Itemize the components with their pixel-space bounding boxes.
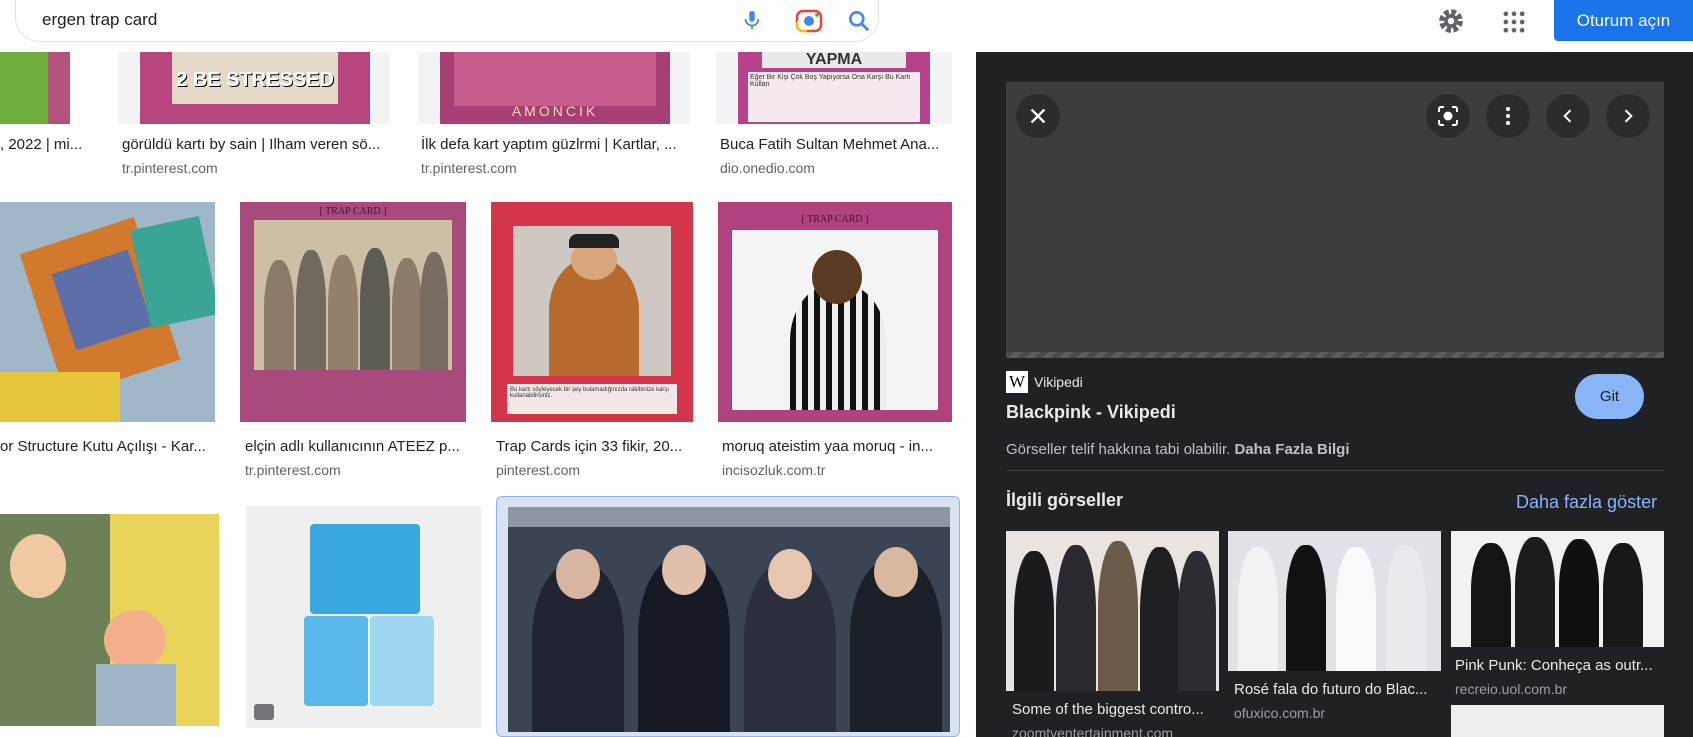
lens-icon[interactable] <box>795 8 823 34</box>
result-title[interactable]: Trap Cards için 33 fikir, 20... <box>496 438 696 455</box>
result-title[interactable]: Buca Fatih Sultan Mehmet Ana... <box>720 136 950 153</box>
result-title[interactable]: İlk defa kart yaptım güzlrmi | Kartlar, … <box>421 136 687 153</box>
related-image[interactable] <box>1228 531 1441 671</box>
wikipedia-logo: W <box>1006 371 1028 393</box>
result-source[interactable]: incisozluk.com.tr <box>722 462 825 478</box>
related-source[interactable]: ofuxico.com.br <box>1234 705 1325 721</box>
result-source[interactable]: dio.onedio.com <box>720 160 815 176</box>
result-image[interactable]: Bu kartı söyleyecek bir şey bulamadığını… <box>491 202 693 422</box>
related-heading: İlgili görseller <box>1006 490 1124 510</box>
source-name[interactable]: Vikipedi <box>1034 374 1083 390</box>
related-source[interactable]: recreio.uol.com.br <box>1455 681 1567 697</box>
result-image[interactable]: [ TRAP CARD ] <box>718 202 952 422</box>
card-text: [ TRAP CARD ] <box>319 206 387 217</box>
related-source[interactable]: zoomtventertainment.com <box>1012 725 1173 737</box>
result-image[interactable] <box>246 506 481 728</box>
divider <box>1006 470 1664 471</box>
search-icon[interactable] <box>846 8 872 34</box>
result-title[interactable]: görüldü kartı by sain | Ilham veren sö..… <box>122 136 388 153</box>
more-vert-icon <box>1506 107 1510 125</box>
go-button[interactable]: Git <box>1575 374 1644 419</box>
chevron-right-icon <box>1624 109 1633 123</box>
search-box[interactable]: ergen trap card <box>15 0 879 42</box>
preview-panel: W Vikipedi Blackpink - Vikipedi Git Görs… <box>976 52 1693 737</box>
related-title[interactable]: Some of the biggest contro... <box>1012 701 1217 718</box>
results-grid: 2 BE STRESSED AMONCIK YAPMA Eğer Bir Kiş… <box>0 52 976 737</box>
related-title[interactable]: Rosé fala do futuro do Blac... <box>1234 681 1439 698</box>
result-image[interactable] <box>0 202 215 422</box>
card-text: Bu kartı söyleyecek bir şey bulamadığını… <box>507 384 677 414</box>
card-text: YAPMA <box>762 52 906 68</box>
related-image[interactable] <box>1006 531 1219 691</box>
result-source[interactable]: pinterest.com <box>496 462 580 478</box>
preview-title[interactable]: Blackpink - Vikipedi <box>1006 402 1176 423</box>
result-source[interactable]: tr.pinterest.com <box>122 160 218 176</box>
result-title[interactable]: moruq ateistim yaa moruq - in... <box>722 438 942 455</box>
card-text: 2 BE STRESSED <box>176 69 334 91</box>
result-source[interactable]: tr.pinterest.com <box>421 160 517 176</box>
result-title[interactable]: elçin adlı kullanıcının ATEEZ p... <box>245 438 465 455</box>
result-image[interactable] <box>0 52 70 124</box>
mic-icon[interactable] <box>741 8 763 32</box>
card-text: [ TRAP CARD ] <box>801 214 869 225</box>
copyright-text: Görseller telif hakkına tabi olabilir. <box>1006 441 1231 458</box>
related-image[interactable] <box>1451 531 1664 647</box>
result-source[interactable]: tr.pinterest.com <box>245 462 341 478</box>
previous-button[interactable] <box>1546 94 1590 138</box>
next-button[interactable] <box>1606 94 1650 138</box>
result-image[interactable]: AMONCIK <box>418 52 690 124</box>
tag-icon <box>254 704 274 720</box>
result-title[interactable]: , 2022 | mi... <box>0 136 90 153</box>
card-text: Eğer Bir Kişi Çok Boş Yapıyorsa Ona Karş… <box>748 72 920 122</box>
chevron-left-icon <box>1563 109 1572 123</box>
related-item[interactable]: Rosé fala do futuro do Blac... ofuxico.c… <box>1228 531 1441 737</box>
result-image[interactable]: [ TRAP CARD ] <box>240 202 466 422</box>
card-text: AMONCIK <box>511 103 599 119</box>
related-title[interactable]: Pink Punk: Conheça as outr... <box>1455 657 1664 674</box>
gear-icon[interactable] <box>1436 6 1466 36</box>
show-more-link[interactable]: Daha fazla göster <box>1516 492 1657 513</box>
visual-search-icon <box>1438 106 1458 126</box>
related-item[interactable]: Pink Punk: Conheça as outr... recreio.uo… <box>1451 531 1664 737</box>
result-title[interactable]: or Structure Kutu Açılışı - Kar... <box>0 438 210 455</box>
search-input[interactable]: ergen trap card <box>42 10 157 30</box>
result-image[interactable] <box>0 514 219 726</box>
result-image[interactable] <box>496 496 960 737</box>
copyright-notice: Görseller telif hakkına tabi olabilir. D… <box>1006 441 1349 458</box>
loading-bar <box>1006 352 1664 358</box>
result-image[interactable]: YAPMA Eğer Bir Kişi Çok Boş Yapıyorsa On… <box>716 52 952 124</box>
apps-icon[interactable] <box>1500 8 1528 36</box>
signin-button[interactable]: Oturum açın <box>1554 0 1693 41</box>
related-image[interactable] <box>1451 705 1664 737</box>
close-button[interactable] <box>1016 94 1060 138</box>
result-image[interactable]: 2 BE STRESSED <box>118 52 390 124</box>
related-item[interactable]: Some of the biggest contro... zoomtvente… <box>1006 531 1219 737</box>
header: ergen trap card Oturum açın <box>0 0 1693 52</box>
more-options-button[interactable] <box>1486 94 1530 138</box>
visual-search-button[interactable] <box>1426 94 1470 138</box>
more-info-link[interactable]: Daha Fazla Bilgi <box>1234 441 1349 458</box>
close-icon <box>1030 108 1046 124</box>
